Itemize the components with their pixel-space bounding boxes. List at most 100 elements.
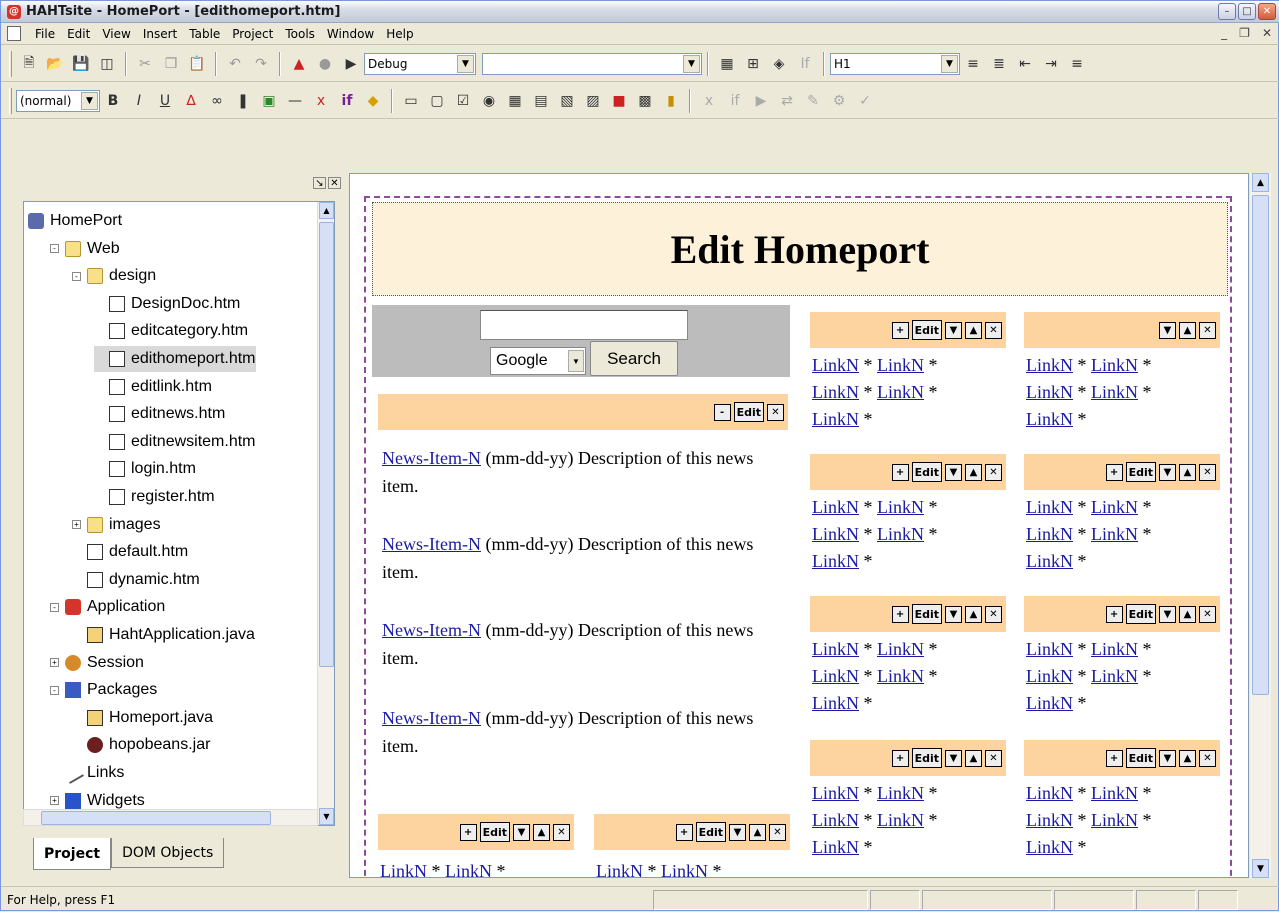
tree-item[interactable]: Homeport.java [72, 705, 213, 731]
if-block-icon[interactable]: If [794, 53, 816, 75]
copy-icon[interactable]: ❐ [160, 53, 182, 75]
link-item[interactable]: LinkN [812, 810, 859, 830]
remove-button[interactable]: ✕ [553, 823, 570, 841]
tree-item[interactable]: editnews.htm [94, 401, 225, 427]
link-item[interactable]: LinkN [1026, 783, 1073, 803]
edit-button[interactable]: Edit [911, 320, 942, 340]
link-item[interactable]: LinkN [877, 382, 924, 402]
link-item[interactable]: LinkN [877, 666, 924, 686]
horizontal-rule-icon[interactable]: — [284, 90, 306, 112]
remove-button[interactable]: ✕ [985, 463, 1002, 481]
maximize-button[interactable]: □ [1238, 3, 1256, 20]
doc-restore-button[interactable]: ❐ [1239, 26, 1250, 40]
numbered-list-icon[interactable]: ≣ [988, 53, 1010, 75]
scroll-thumb[interactable] [41, 811, 271, 825]
collapse-icon[interactable]: - [50, 685, 59, 695]
tree-item[interactable]: - design [72, 263, 156, 289]
layout-icon[interactable]: ▦ [716, 53, 738, 75]
link-item[interactable]: LinkN [1091, 639, 1138, 659]
stop-icon[interactable]: ● [314, 53, 336, 75]
listbox-icon[interactable]: ▤ [530, 90, 552, 112]
text-field-icon[interactable]: ▭ [400, 90, 422, 112]
save-icon[interactable]: 💾 [70, 53, 92, 75]
news-item-link[interactable]: News-Item-N [382, 448, 481, 468]
link-item[interactable]: LinkN [1091, 666, 1138, 686]
link-item[interactable]: LinkN [812, 666, 859, 686]
outdent-icon[interactable]: ⇤ [1014, 53, 1036, 75]
move-down-button[interactable]: ▼ [1159, 749, 1176, 767]
move-down-button[interactable]: ▼ [729, 823, 746, 841]
link-item[interactable]: LinkN [1091, 524, 1138, 544]
link-item[interactable]: LinkN [1026, 382, 1073, 402]
textarea-icon[interactable]: ▨ [582, 90, 604, 112]
tree-item[interactable]: Links [50, 760, 124, 786]
expand-icon[interactable]: + [50, 796, 59, 806]
link-item[interactable]: LinkN [1026, 551, 1073, 571]
move-up-button[interactable]: ▲ [1179, 321, 1196, 339]
tree-item[interactable]: editcategory.htm [94, 318, 248, 344]
link-item[interactable]: LinkN [445, 861, 492, 877]
move-up-button[interactable]: ▲ [749, 823, 766, 841]
chevron-down-icon[interactable]: ▼ [683, 54, 700, 73]
paragraph-style-select[interactable]: H1 ▼ [830, 52, 960, 75]
link-item[interactable]: LinkN [877, 497, 924, 517]
menu-window[interactable]: Window [321, 27, 380, 41]
menu-tools[interactable]: Tools [279, 27, 321, 41]
link-item[interactable]: LinkN [877, 524, 924, 544]
link-item[interactable]: LinkN [661, 861, 708, 877]
link-item[interactable]: LinkN [812, 783, 859, 803]
hahtsite-app-icon[interactable]: @ [7, 4, 21, 19]
tree-item[interactable]: - Packages [50, 677, 157, 703]
link-item[interactable]: LinkN [812, 355, 859, 375]
link-item[interactable]: LinkN [877, 783, 924, 803]
edit-button[interactable]: Edit [479, 822, 510, 842]
chevron-down-icon[interactable]: ▼ [568, 350, 584, 372]
button-icon[interactable]: ▢ [426, 90, 448, 112]
news-item-link[interactable]: News-Item-N [382, 534, 481, 554]
spellcheck-icon[interactable]: ∆ [180, 90, 202, 112]
edit-button[interactable]: Edit [911, 748, 942, 768]
menu-insert[interactable]: Insert [137, 27, 183, 41]
indent-icon[interactable]: ⇥ [1040, 53, 1062, 75]
config-select[interactable]: Debug ▼ [364, 52, 476, 75]
link-item[interactable]: LinkN [812, 497, 859, 517]
edit-button[interactable]: Edit [1125, 748, 1156, 768]
chevron-down-icon[interactable]: ▼ [81, 91, 98, 110]
move-down-button[interactable]: ▼ [1159, 463, 1176, 481]
link-item[interactable]: LinkN [380, 861, 427, 877]
toolbar-grip[interactable] [9, 50, 12, 77]
bullet-list-icon[interactable]: ≡ [962, 53, 984, 75]
remove-button[interactable]: ✕ [1199, 605, 1216, 623]
link-item[interactable]: LinkN [812, 524, 859, 544]
disabled-settings-icon[interactable]: ⚙ [828, 90, 850, 112]
link-item[interactable]: LinkN [877, 810, 924, 830]
link-item[interactable]: LinkN [812, 837, 859, 857]
search-button[interactable]: Search [590, 341, 678, 376]
engine-select[interactable]: Google ▼ [490, 347, 586, 375]
scroll-down-icon[interactable]: ▼ [1252, 859, 1269, 878]
disabled-run-icon[interactable]: ▶ [750, 90, 772, 112]
link-item[interactable]: LinkN [1026, 524, 1073, 544]
expand-button[interactable]: + [459, 823, 477, 841]
collapse-icon[interactable]: - [50, 244, 59, 254]
title-bar[interactable]: @ HAHTsite - HomePort - [edithomeport.ht… [1, 1, 1279, 23]
cut-icon[interactable]: ✂ [134, 53, 156, 75]
edit-button[interactable]: Edit [911, 604, 942, 624]
paragraph-format-select[interactable]: (normal) ▼ [16, 89, 100, 112]
tree-item[interactable]: + images [72, 512, 161, 538]
if-icon[interactable]: if [336, 90, 358, 112]
link-item[interactable]: LinkN [877, 355, 924, 375]
redo-icon[interactable]: ↷ [250, 53, 272, 75]
tree-item[interactable]: dynamic.htm [72, 567, 200, 593]
expand-button[interactable]: + [891, 749, 909, 767]
remove-button[interactable]: ✕ [1199, 463, 1216, 481]
disabled-if-icon[interactable]: if [724, 90, 746, 112]
tree-item[interactable]: register.htm [94, 484, 215, 510]
tree-vscrollbar[interactable]: ▲ ▼ [317, 202, 334, 825]
doc-minimize-button[interactable]: _ [1221, 26, 1227, 40]
remove-button[interactable]: ✕ [985, 321, 1002, 339]
collapse-icon[interactable]: - [72, 271, 81, 281]
remove-button[interactable]: ✕ [1199, 321, 1216, 339]
tab-project[interactable]: Project [33, 838, 112, 870]
link-item[interactable]: LinkN [877, 639, 924, 659]
